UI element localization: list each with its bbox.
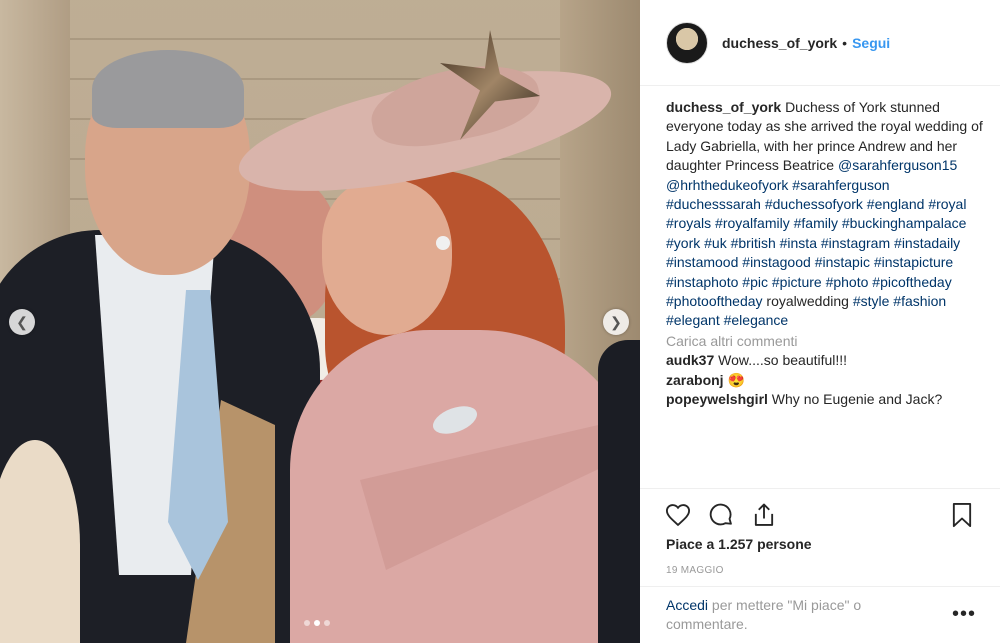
login-link[interactable]: Accedi xyxy=(666,597,708,613)
share-icon xyxy=(754,503,774,526)
separator-dot: • xyxy=(842,34,848,51)
mention-link[interactable]: @sarahferguson15 xyxy=(838,157,957,173)
man-hair xyxy=(92,50,244,128)
hashtag-link[interactable]: #england xyxy=(867,196,925,212)
hashtag-link[interactable]: #duchessofyork xyxy=(765,196,863,212)
hashtag-link[interactable]: #instapic xyxy=(815,254,870,270)
hashtag-link[interactable]: #photooftheday xyxy=(666,293,763,309)
carousel-dot xyxy=(314,620,320,626)
login-row: Accedi per mettere "Mi piace" o commenta… xyxy=(640,586,1000,643)
avatar[interactable] xyxy=(666,21,708,64)
comment-bubble-icon xyxy=(709,503,732,526)
comment-text: Wow....so beautiful!!! xyxy=(714,352,848,369)
actions-bar xyxy=(640,488,1000,536)
hashtag-link[interactable]: #pic xyxy=(742,274,768,290)
share-button[interactable] xyxy=(750,501,778,529)
save-button[interactable] xyxy=(948,501,976,529)
hashtag-link[interactable]: #insta xyxy=(780,235,817,251)
comment-username[interactable]: zarabonj xyxy=(666,372,724,388)
hashtag-link[interactable]: #british xyxy=(731,235,776,251)
comment-username[interactable]: audk37 xyxy=(666,352,714,368)
comment-text: Why no Eugenie and Jack? xyxy=(767,391,943,408)
comments-list[interactable]: duchess_of_york Duchess of York stunned … xyxy=(666,98,986,486)
carousel-dot xyxy=(304,620,310,626)
hashtag-link[interactable]: #instaphoto xyxy=(666,274,738,290)
hashtag-link[interactable]: #royals xyxy=(666,215,711,231)
hashtag-link[interactable]: #instagram xyxy=(821,235,890,251)
caption-tags: @sarahferguson15 @hrhthedukeofyork #sara… xyxy=(666,157,966,328)
heart-icon xyxy=(665,504,691,527)
hashtag-link[interactable]: #picoftheday xyxy=(872,274,951,290)
likes-count[interactable]: Piace a 1.257 persone xyxy=(666,536,812,552)
hashtag-link[interactable]: #instapicture xyxy=(874,254,953,270)
post-photo[interactable]: ❮ ❯ xyxy=(0,0,640,643)
hashtag-link[interactable]: #uk xyxy=(704,235,727,251)
hashtag-link[interactable]: #picture xyxy=(772,274,822,290)
comment-item: popeywelshgirl Why no Eugenie and Jack? xyxy=(666,390,986,409)
like-button[interactable] xyxy=(664,501,692,529)
hashtag-link[interactable]: #elegance xyxy=(724,312,789,328)
hashtag-link[interactable]: #buckinghampalace xyxy=(842,215,967,231)
hashtag-link[interactable]: #family xyxy=(794,215,838,231)
caption: duchess_of_york Duchess of York stunned … xyxy=(666,98,986,331)
post-header: duchess_of_york • Segui xyxy=(640,0,1000,86)
comment-item: audk37 Wow....so beautiful!!! xyxy=(666,351,986,370)
post-side-panel: duchess_of_york • Segui duchess_of_york … xyxy=(640,0,1000,643)
post-date: 19 MAGGIO xyxy=(666,565,724,576)
bookmark-icon xyxy=(952,502,972,528)
hashtag-link[interactable]: #instagood xyxy=(742,254,811,270)
hashtag-link[interactable]: #instadaily xyxy=(894,235,960,251)
caption-username[interactable]: duchess_of_york xyxy=(666,99,781,115)
hashtag-link[interactable]: #sarahferguson xyxy=(792,177,889,193)
comment-button[interactable] xyxy=(707,501,735,529)
hashtag-link[interactable]: #royalfamily xyxy=(715,215,790,231)
carousel-next-button[interactable]: ❯ xyxy=(603,309,629,335)
hashtag-link[interactable]: #instamood xyxy=(666,254,738,270)
more-options-button[interactable]: ••• xyxy=(952,603,976,626)
hashtag-link[interactable]: #royal xyxy=(928,196,966,212)
hashtag-link[interactable]: #duchesssarah xyxy=(666,196,761,212)
chevron-left-icon: ❮ xyxy=(16,313,28,330)
comment-item: zarabonj 😍 xyxy=(666,371,986,390)
comment-thread: audk37 Wow....so beautiful!!! zarabonj 😍 p… xyxy=(666,351,986,409)
login-prompt: Accedi per mettere "Mi piace" o commenta… xyxy=(666,596,926,635)
carousel-prev-button[interactable]: ❮ xyxy=(9,309,35,335)
comment-text: 😍 xyxy=(723,371,745,388)
carousel-indicator xyxy=(304,620,330,626)
follow-button[interactable]: Segui xyxy=(852,35,890,51)
woman-face xyxy=(322,180,452,335)
carousel-dot xyxy=(324,620,330,626)
right-person-edge xyxy=(598,340,640,643)
hashtag-link[interactable]: #style xyxy=(853,293,890,309)
hashtag-link[interactable]: #elegant xyxy=(666,312,720,328)
earring xyxy=(436,236,450,250)
load-more-comments-link[interactable]: Carica altri commenti xyxy=(666,332,986,351)
mention-link[interactable]: @hrhthedukeofyork xyxy=(666,177,788,193)
hashtag-link[interactable]: #york xyxy=(666,235,700,251)
comment-username[interactable]: popeywelshgirl xyxy=(666,391,768,407)
hashtag-link[interactable]: #fashion xyxy=(893,293,946,309)
chevron-right-icon: ❯ xyxy=(610,313,622,330)
caption-word: royalwedding xyxy=(766,293,849,310)
hashtag-link[interactable]: #photo xyxy=(826,274,869,290)
author-username[interactable]: duchess_of_york xyxy=(722,35,837,51)
